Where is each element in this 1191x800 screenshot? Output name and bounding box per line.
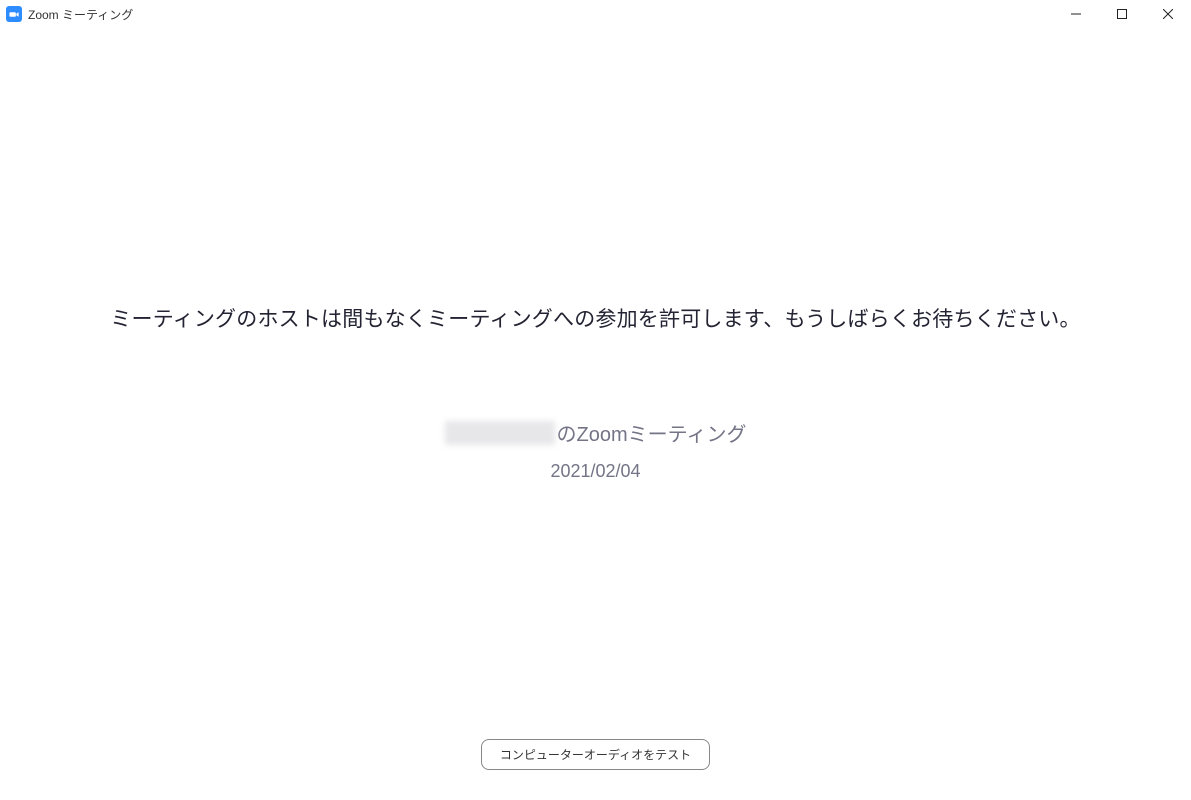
meeting-title-suffix: のZoomミーティング bbox=[557, 418, 747, 447]
titlebar-left: Zoom ミーティング bbox=[6, 6, 133, 23]
host-name-redacted bbox=[445, 421, 555, 445]
window-controls bbox=[1053, 0, 1191, 28]
close-button[interactable] bbox=[1145, 0, 1191, 28]
waiting-room-message: ミーティングのホストは間もなくミーティングへの参加を許可します、もうしばらくお待… bbox=[0, 303, 1191, 333]
close-icon bbox=[1163, 9, 1173, 19]
minimize-button[interactable] bbox=[1053, 0, 1099, 28]
maximize-button[interactable] bbox=[1099, 0, 1145, 28]
test-computer-audio-button[interactable]: コンピューターオーディオをテスト bbox=[481, 739, 710, 770]
titlebar: Zoom ミーティング bbox=[0, 0, 1191, 28]
minimize-icon bbox=[1071, 9, 1081, 19]
footer-bar: コンピューターオーディオをテスト bbox=[0, 739, 1191, 770]
window-title: Zoom ミーティング bbox=[28, 6, 133, 23]
meeting-info: のZoomミーティング 2021/02/04 bbox=[0, 418, 1191, 482]
meeting-date: 2021/02/04 bbox=[0, 461, 1191, 482]
maximize-icon bbox=[1117, 9, 1127, 19]
zoom-app-icon bbox=[6, 6, 22, 22]
meeting-title: のZoomミーティング bbox=[0, 418, 1191, 447]
content-area: ミーティングのホストは間もなくミーティングへの参加を許可します、もうしばらくお待… bbox=[0, 28, 1191, 800]
